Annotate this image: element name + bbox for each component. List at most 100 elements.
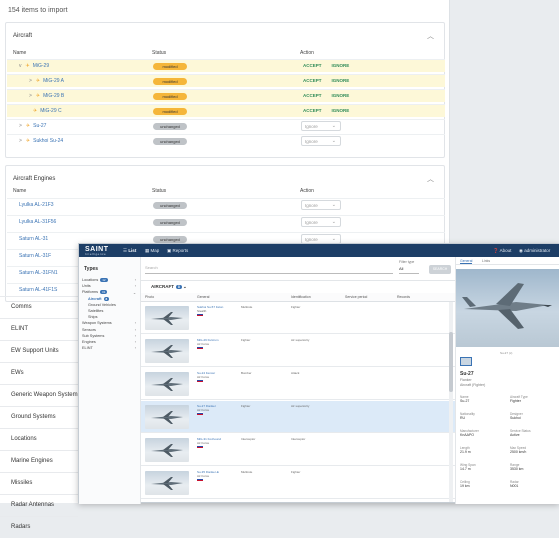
table-row[interactable]: > ✈ Su-27 unchanged Ignore ⌄ xyxy=(7,119,445,132)
detail-field: Max Speed 2500 km/h xyxy=(510,446,527,454)
chevron-down-icon[interactable]: ⌄ xyxy=(183,284,187,289)
nav-item[interactable]: Missiles xyxy=(0,472,78,494)
aircraft-icon: ✈ xyxy=(35,78,41,84)
app-logo[interactable]: SAINT Intelligence xyxy=(85,246,109,256)
accept-button[interactable]: ACCEPT xyxy=(303,93,322,98)
grid-row[interactable]: Su-35 Flanker-E Air Force Multirole Fighter xyxy=(141,467,455,499)
search-input[interactable]: Search xyxy=(145,265,393,274)
row-name[interactable]: > ✈ MiG-29 A xyxy=(29,78,64,84)
table-row[interactable]: Lyulka AL-31F56 unchanged Ignore ⌄ xyxy=(7,215,445,228)
tab-links[interactable]: Links xyxy=(482,259,490,263)
type-item[interactable]: Sensors › xyxy=(82,328,138,332)
row-name[interactable]: Saturn AL-31 xyxy=(19,236,48,242)
row-name[interactable]: > ✈ Su-27 xyxy=(19,123,46,129)
nav-item[interactable]: Ground Systems xyxy=(0,406,78,428)
table-row[interactable]: ✈ MiG-29 C modified ACCEPT IGNORE xyxy=(7,104,445,117)
nav-list[interactable]: ☰ List xyxy=(123,248,136,254)
ignore-button[interactable]: IGNORE xyxy=(332,108,350,113)
grid-row[interactable]: MiG-31 Foxhound Air Force Interceptor Inter… xyxy=(141,434,455,466)
row-name[interactable]: ✈ MiG-29 C xyxy=(29,108,62,114)
table-row[interactable]: > ✈ MiG-29 A modified ACCEPT IGNORE xyxy=(7,74,445,87)
nav-item[interactable]: EW Support Units xyxy=(0,340,78,362)
chevron-down-icon: ⌄ xyxy=(331,219,336,225)
nav-item[interactable]: ELINT xyxy=(0,318,78,340)
grid-row[interactable]: Su-27 Flanker Air Force Fighter Air superio… xyxy=(141,401,455,433)
expand-icon[interactable]: > xyxy=(19,138,22,144)
status-badge: unchanged xyxy=(153,123,187,130)
row-name[interactable]: Lyulka AL-31F56 xyxy=(19,219,56,225)
search-button[interactable]: SEARCH xyxy=(429,265,451,274)
ignore-button[interactable]: IGNORE xyxy=(332,93,350,98)
type-item[interactable]: Weapon Systems › xyxy=(82,321,138,325)
scroll-thumb[interactable] xyxy=(449,332,453,392)
nav-item[interactable]: Radars xyxy=(0,516,78,538)
expand-icon[interactable]: v xyxy=(19,63,22,69)
expand-icon[interactable]: > xyxy=(19,123,22,129)
nav-item[interactable]: EWs xyxy=(0,362,78,384)
type-filter[interactable]: Filter type All xyxy=(399,260,419,274)
type-item[interactable]: Ships xyxy=(82,315,138,319)
jet-icon xyxy=(151,345,183,358)
app-topbar: SAINT Intelligence ☰ List ▦ Map ▣ Reports… xyxy=(79,244,559,257)
table-row[interactable]: > ✈ MiG-29 B modified ACCEPT IGNORE xyxy=(7,89,445,102)
identification-cell: Fighter xyxy=(291,470,301,474)
expand-icon[interactable]: > xyxy=(29,93,32,99)
nav-item[interactable]: Radar Antennas xyxy=(0,494,78,516)
nav-item[interactable]: Locations xyxy=(0,428,78,450)
action-select[interactable]: Ignore⌄ xyxy=(301,217,341,227)
table-row[interactable]: Lyulka AL-21F3 unchanged Ignore ⌄ xyxy=(7,198,445,211)
type-item[interactable]: Ground Vehicles xyxy=(82,303,138,307)
col-header-status: Status xyxy=(152,188,167,194)
detail-field: Radar N001 xyxy=(510,480,519,488)
nav-map[interactable]: ▦ Map xyxy=(145,248,159,254)
type-item[interactable]: Locations 12 › xyxy=(82,278,138,282)
thumbnail-selected[interactable] xyxy=(460,357,472,366)
type-item[interactable]: Satellites xyxy=(82,309,138,313)
chevron-up-icon[interactable]: ︿ xyxy=(427,174,434,184)
expand-icon[interactable]: > xyxy=(29,78,32,84)
row-name[interactable]: v ✈ MiG-29 xyxy=(19,63,49,69)
row-name[interactable]: Saturn AL-31FN1 xyxy=(19,270,58,276)
type-item[interactable]: Sub Systems › xyxy=(82,334,138,338)
row-name[interactable]: > ✈ MiG-29 B xyxy=(29,93,64,99)
grid-scrollbar[interactable] xyxy=(449,302,453,502)
action-select[interactable]: Ignore⌄ xyxy=(301,121,341,131)
row-name[interactable]: Lyulka AL-21F3 xyxy=(19,202,54,208)
aircraft-photo xyxy=(145,405,189,429)
about-link[interactable]: ❓ About xyxy=(493,248,511,254)
table-row[interactable]: > ✈ Sukhoi Su-24 unchanged Ignore ⌄ xyxy=(7,134,445,147)
type-item[interactable]: Units › xyxy=(82,284,138,288)
nav-item[interactable]: Comms xyxy=(0,296,78,318)
aircraft-photo xyxy=(145,306,189,330)
jet-icon xyxy=(151,378,183,391)
accept-button[interactable]: ACCEPT xyxy=(303,108,322,113)
table-row[interactable]: v ✈ MiG-29 modified ACCEPT IGNORE xyxy=(7,59,445,72)
type-item[interactable]: ELINT › xyxy=(82,346,138,350)
action-select[interactable]: Ignore⌄ xyxy=(301,200,341,210)
action-select[interactable]: Ignore⌄ xyxy=(301,136,341,146)
grid-row[interactable]: MiG-29 Fulcrum Air Force Fighter Air superi… xyxy=(141,335,455,367)
type-item[interactable]: Engines › xyxy=(82,340,138,344)
result-bar: AIRCRAFT 8 ⌄ xyxy=(141,281,455,293)
type-item[interactable]: Platforms 31 ⌄ xyxy=(82,290,138,295)
ignore-button[interactable]: IGNORE xyxy=(332,78,350,83)
chevron-up-icon[interactable]: ︿ xyxy=(427,31,434,41)
nav-item[interactable]: Marine Engines xyxy=(0,450,78,472)
grid-col-records: Records xyxy=(397,295,411,299)
grid-row[interactable]: Su-24 Fencer Air Force Bomber Attack xyxy=(141,368,455,400)
accept-button[interactable]: ACCEPT xyxy=(303,78,322,83)
row-name[interactable]: > ✈ Sukhoi Su-24 xyxy=(19,138,63,144)
row-name[interactable]: Saturn AL-41F1S xyxy=(19,287,57,293)
grid-col-service: Service period xyxy=(345,295,368,299)
row-actions: ACCEPT IGNORE xyxy=(303,93,359,98)
accept-button[interactable]: ACCEPT xyxy=(303,63,322,68)
user-menu[interactable]: ◉ administrator xyxy=(519,248,550,254)
detail-photo xyxy=(456,269,559,347)
type-item[interactable]: Aircraft 8 xyxy=(82,296,138,301)
ignore-button[interactable]: IGNORE xyxy=(332,63,350,68)
nav-reports[interactable]: ▣ Reports xyxy=(167,248,188,254)
tab-general[interactable]: General xyxy=(460,259,473,264)
row-name[interactable]: Saturn AL-31F xyxy=(19,253,51,259)
nav-item[interactable]: Generic Weapon System xyxy=(0,384,78,406)
grid-row[interactable]: Sukhoi Su-57 Felon Stealth Multirole Fighte… xyxy=(141,302,455,334)
